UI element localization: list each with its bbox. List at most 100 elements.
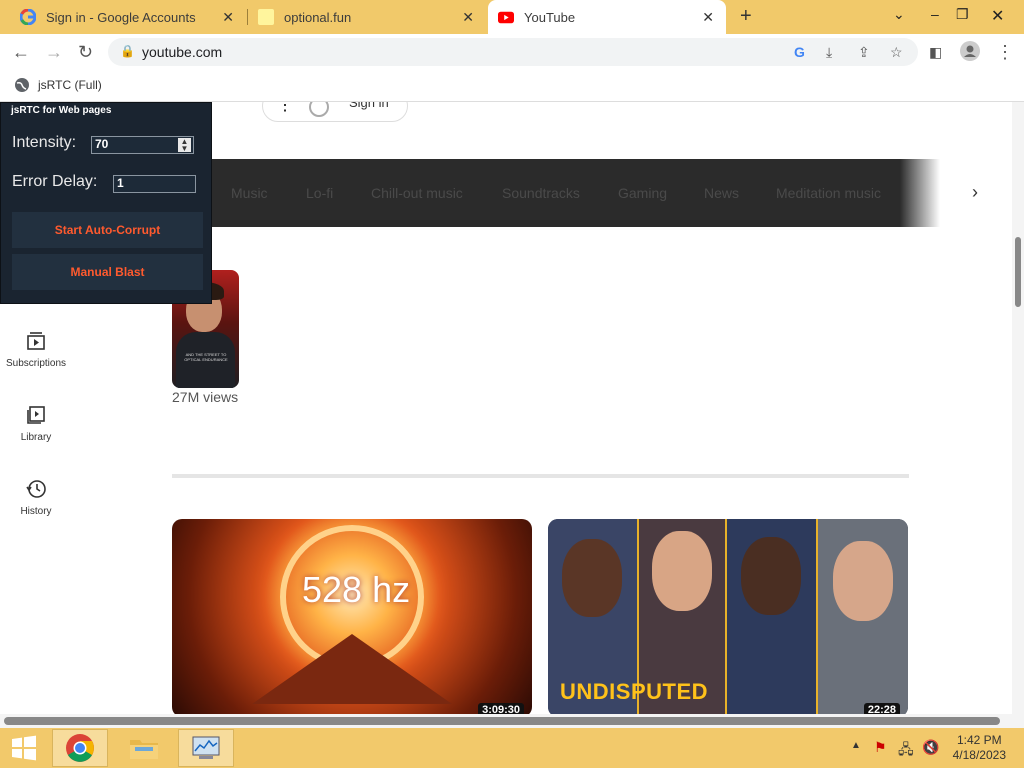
taskbar-explorer[interactable] — [116, 729, 172, 767]
volume-icon[interactable]: 🔇 — [922, 739, 939, 756]
chevron-right-icon[interactable]: › — [972, 182, 978, 203]
close-tab-icon[interactable]: ✕ — [702, 9, 714, 26]
forward-icon[interactable]: → — [45, 42, 63, 63]
taskbar-chrome[interactable] — [52, 729, 108, 767]
share-icon[interactable]: ⇪ — [858, 44, 870, 61]
side-panel-icon[interactable]: ◧ — [929, 44, 942, 61]
stepper-arrows-icon[interactable]: ▲ ▼ — [178, 138, 191, 153]
folder-icon — [130, 740, 158, 759]
jsrtc-panel: jsRTC for Web pages Intensity: 70 ▲ ▼ Err… — [0, 102, 212, 304]
close-tab-icon[interactable]: ✕ — [222, 9, 234, 26]
tab-strip: Sign in - Google Accounts ✕ optional.fun… — [0, 0, 1024, 34]
horizontal-scrollbar[interactable] — [0, 714, 1024, 728]
start-auto-corrupt-button[interactable]: Start Auto-Corrupt — [12, 212, 203, 248]
chip-fade — [900, 159, 940, 227]
error-delay-field[interactable]: 1 — [113, 175, 196, 193]
chip-music[interactable]: Music — [231, 185, 268, 201]
system-clock[interactable]: 1:42 PM 4/18/2023 — [953, 733, 1006, 763]
manual-blast-button[interactable]: Manual Blast — [12, 254, 203, 290]
horizontal-scroll-thumb[interactable] — [4, 717, 1000, 725]
vertical-scrollbar[interactable] — [1012, 102, 1024, 714]
tab-label: optional.fun — [284, 9, 352, 25]
chrome-icon — [66, 734, 94, 762]
sidebar-label: Subscriptions — [5, 358, 67, 369]
show-hidden-icons[interactable]: ▲ — [851, 740, 861, 751]
short-views: 27M views — [172, 389, 239, 405]
reload-icon[interactable]: ↻ — [78, 42, 93, 63]
gold-divider — [816, 519, 818, 714]
chip-news[interactable]: News — [704, 185, 739, 201]
face-1 — [562, 539, 622, 617]
clock-date: 4/18/2023 — [952, 748, 1006, 762]
panel-title: jsRTC for Web pages — [11, 105, 112, 116]
tab-search-icon[interactable]: ⌄ — [893, 6, 905, 23]
video-duration: 22:28 — [863, 703, 900, 714]
error-delay-value: 1 — [117, 176, 124, 190]
thumb-text: UNDISPUTED — [560, 679, 709, 704]
close-window-icon[interactable]: ✕ — [991, 6, 1004, 26]
profile-avatar-icon[interactable] — [960, 41, 980, 66]
error-delay-label: Error Delay: — [12, 173, 98, 190]
chip-chillout[interactable]: Chill-out music — [371, 185, 463, 201]
face-3 — [741, 537, 801, 615]
thumb-text: 528 hz — [302, 569, 411, 610]
chip-bar: Music Lo-fi Chill-out music Soundtracks … — [172, 159, 940, 227]
sidebar-item-library[interactable]: Library — [0, 404, 72, 443]
face-4 — [833, 541, 893, 621]
menu-icon[interactable]: ⋮ — [996, 42, 1014, 63]
taskbar: ▲ ⚑ 🖧 🔇 1:42 PM 4/18/2023 — [0, 728, 1024, 768]
sidebar-item-subscriptions[interactable]: Subscriptions — [0, 330, 72, 369]
globe-icon — [14, 77, 30, 98]
windows-icon — [12, 735, 36, 761]
tab-google-accounts[interactable]: Sign in - Google Accounts ✕ — [0, 0, 246, 34]
account-icon — [309, 102, 329, 117]
bookmarks-bar: jsRTC (Full) — [0, 70, 1024, 102]
new-tab-button[interactable]: + — [740, 5, 752, 28]
subscriptions-icon — [25, 330, 47, 352]
video-thumbnail-528hz[interactable]: 528 hz 3:09:30 — [172, 519, 532, 714]
url-text[interactable]: youtube.com — [142, 44, 222, 60]
more-icon[interactable]: ⋮ — [277, 102, 293, 115]
video-duration: 3:09:30 — [478, 703, 524, 714]
sidebar-item-history[interactable]: History — [0, 478, 72, 517]
tab-label: Sign in - Google Accounts — [46, 9, 196, 25]
monitor-icon — [192, 736, 220, 759]
vertical-scroll-thumb[interactable] — [1015, 237, 1021, 307]
video-thumbnail-undisputed[interactable]: UNDISPUTED 22:28 — [548, 519, 908, 714]
tab-label: YouTube — [524, 9, 576, 25]
taskbar-perfmon[interactable] — [178, 729, 234, 767]
signin-label: Sign in — [349, 102, 389, 110]
minimize-icon[interactable]: – — [931, 6, 939, 22]
restore-icon[interactable]: ❐ — [956, 6, 969, 23]
signin-button[interactable]: ⋮ Sign in — [262, 102, 408, 122]
back-icon[interactable]: ← — [12, 42, 30, 63]
chip-lofi[interactable]: Lo-fi — [306, 185, 333, 201]
close-tab-icon[interactable]: ✕ — [462, 9, 474, 26]
start-button[interactable] — [0, 729, 48, 767]
sidebar-label: History — [20, 506, 52, 517]
tab-optional-fun[interactable]: optional.fun ✕ — [248, 0, 486, 34]
clock-time: 1:42 PM — [956, 733, 1002, 747]
network-icon[interactable]: 🖧 — [898, 739, 914, 763]
install-icon[interactable]: ⤓ — [826, 44, 832, 61]
history-icon — [25, 478, 47, 500]
mountain — [252, 634, 452, 704]
chip-meditation[interactable]: Meditation music — [776, 185, 881, 201]
lock-icon[interactable]: 🔒 — [120, 44, 135, 58]
intensity-stepper[interactable]: 70 ▲ ▼ — [91, 136, 194, 154]
address-bar[interactable]: 🔒 youtube.com G ⤓ ⇪ ☆ — [108, 38, 918, 66]
section-divider — [172, 474, 909, 478]
gold-divider — [725, 519, 727, 714]
google-lens-icon[interactable]: G — [794, 44, 805, 60]
short-caption: AND THE STREET TO OPTICAL ENDURANCE — [184, 352, 228, 362]
bookmark-jsrtc[interactable]: jsRTC (Full) — [38, 78, 102, 92]
chip-gaming[interactable]: Gaming — [618, 185, 667, 201]
sidebar-label: Library — [20, 432, 52, 443]
google-icon — [20, 9, 36, 25]
tab-youtube[interactable]: YouTube ✕ — [488, 0, 726, 34]
toolbar: ← → ↻ 🔒 youtube.com G ⤓ ⇪ ☆ ◧ ⋮ — [0, 34, 1024, 70]
intensity-label: Intensity: — [12, 134, 77, 151]
chip-soundtracks[interactable]: Soundtracks — [502, 185, 580, 201]
bookmark-star-icon[interactable]: ☆ — [890, 44, 903, 61]
action-center-icon[interactable]: ⚑ — [874, 739, 887, 756]
